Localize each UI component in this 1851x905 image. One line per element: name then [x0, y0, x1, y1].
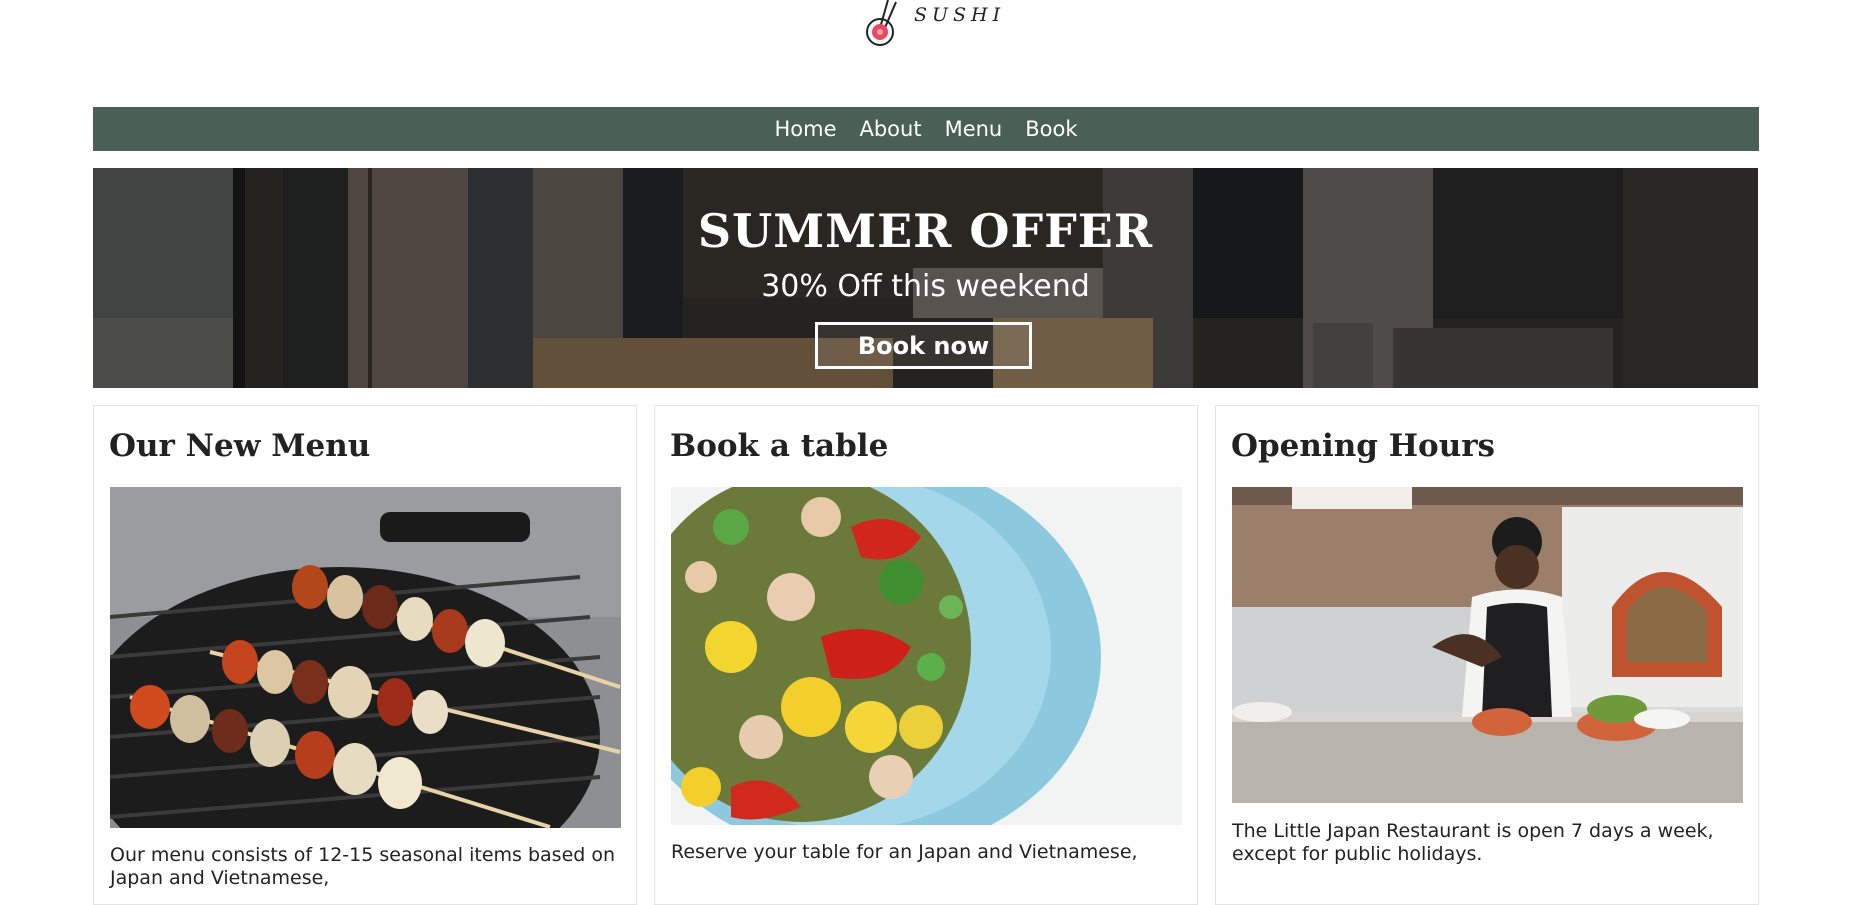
hero-banner: SUMMER OFFER 30% Off this weekend Book n… [93, 168, 1758, 388]
main-nav: Home About Menu Book [93, 107, 1759, 151]
card-title: Our New Menu [109, 428, 371, 464]
card-text: Reserve your table for an Japan and Viet… [671, 841, 1138, 863]
nav-link-book[interactable]: Book [1025, 107, 1077, 151]
hero-title: SUMMER OFFER [697, 204, 1154, 258]
card-title: Opening Hours [1231, 428, 1496, 464]
card-book-table: Book a table Reserve your table for an J… [654, 405, 1198, 905]
logo-text: SUSHI [914, 4, 1006, 26]
card-opening-hours: Opening Hours The Little Japan Restauran… [1215, 405, 1759, 905]
sushi-logo-icon [866, 0, 897, 46]
nav-link-home[interactable]: Home [774, 107, 836, 151]
nav-link-menu[interactable]: Menu [945, 107, 1003, 151]
book-now-button[interactable]: Book now [815, 322, 1032, 369]
nav-link-about[interactable]: About [859, 107, 921, 151]
card-new-menu: Our New Menu Our menu consists of 12-15 … [93, 405, 637, 905]
card-title: Book a table [670, 428, 889, 464]
card-text: Our menu consists of 12-15 seasonal item… [110, 844, 616, 889]
hero-subtitle: 30% Off this weekend [761, 269, 1090, 304]
chef-kitchen-image [1232, 487, 1743, 803]
skewers-grill-image [110, 487, 621, 828]
salad-plate-image [671, 487, 1182, 825]
site-logo[interactable]: SUSHI [862, 0, 1002, 52]
card-text: The Little Japan Restaurant is open 7 da… [1232, 820, 1714, 865]
